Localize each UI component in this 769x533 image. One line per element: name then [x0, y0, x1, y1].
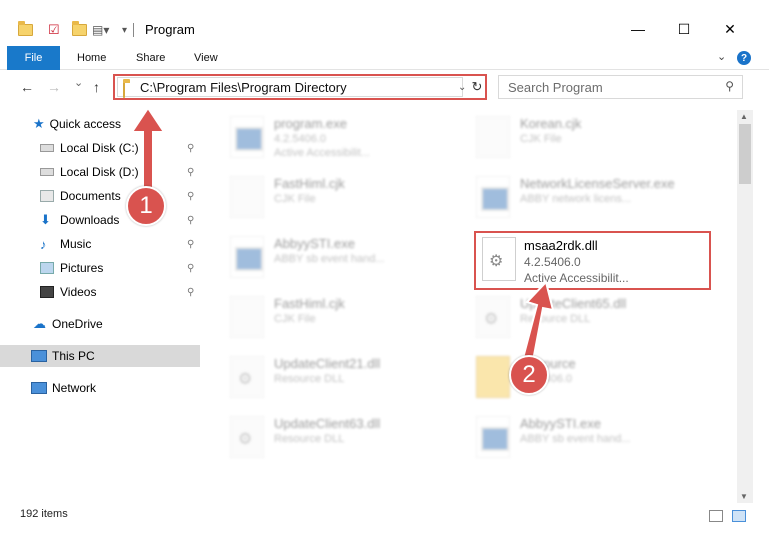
step-2-badge: 2 — [509, 355, 549, 395]
annotation-arrows — [130, 106, 555, 368]
step-1-badge: 1 — [126, 186, 166, 226]
arrow-2 — [520, 279, 555, 368]
arrow-1 — [130, 106, 166, 197]
